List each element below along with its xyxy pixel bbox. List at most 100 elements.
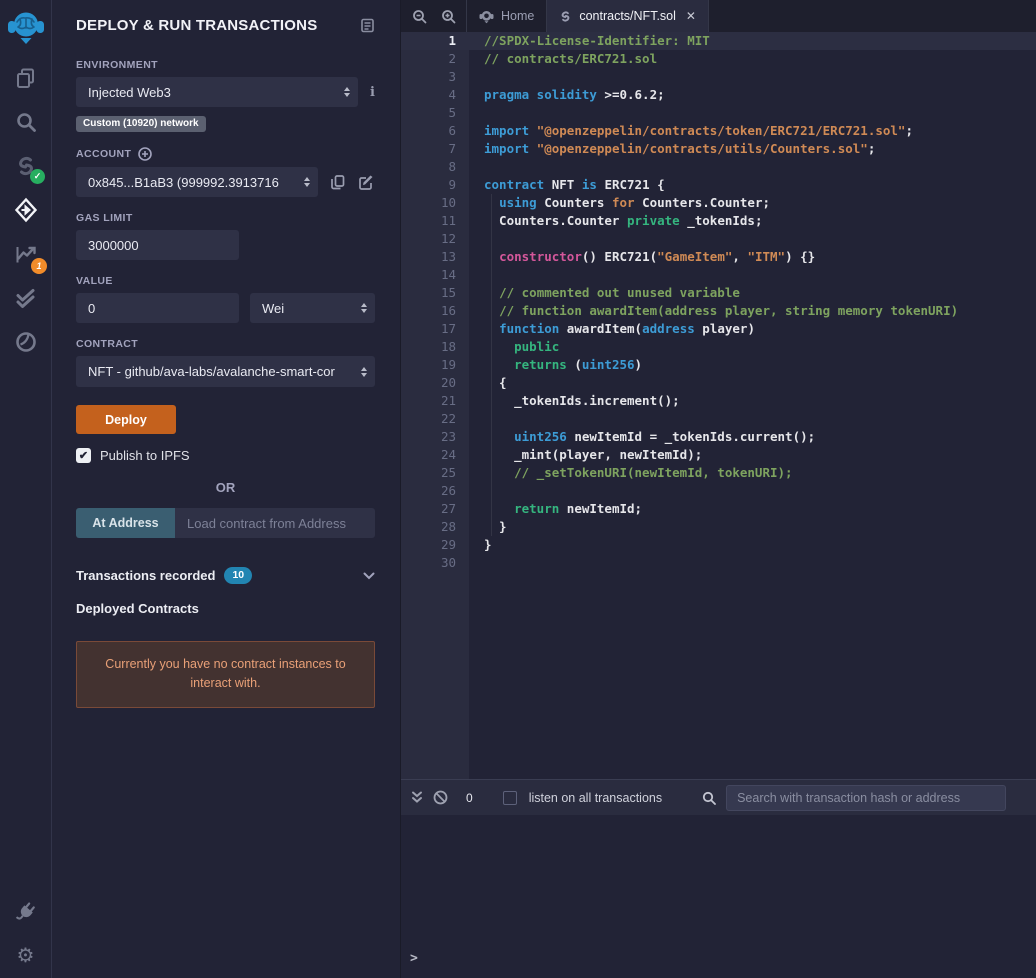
deploy-button[interactable]: Deploy bbox=[76, 405, 176, 434]
code-line[interactable]: 18 public bbox=[401, 338, 1036, 356]
terminal-prompt[interactable]: > bbox=[410, 951, 418, 966]
code-line[interactable]: 30 bbox=[401, 554, 1036, 572]
code-line[interactable]: 7import "@openzeppelin/contracts/utils/C… bbox=[401, 140, 1036, 158]
environment-select[interactable]: Injected Web3 bbox=[76, 77, 358, 107]
sidebar-item-analytics[interactable]: 1 bbox=[0, 232, 51, 276]
line-number[interactable]: 21 bbox=[401, 392, 456, 410]
code-editor[interactable]: 1//SPDX-License-Identifier: MIT2// contr… bbox=[401, 32, 1036, 779]
code-line[interactable]: 8 bbox=[401, 158, 1036, 176]
line-number[interactable]: 24 bbox=[401, 446, 456, 464]
sidebar-item-plugin-manager[interactable] bbox=[0, 890, 51, 934]
code-line[interactable]: 6import "@openzeppelin/contracts/token/E… bbox=[401, 122, 1036, 140]
line-number[interactable]: 1 bbox=[401, 32, 456, 50]
terminal-search-input[interactable] bbox=[726, 785, 1006, 811]
terminal-collapse-button[interactable] bbox=[411, 791, 423, 804]
gas-limit-input[interactable] bbox=[76, 230, 239, 260]
line-number[interactable]: 5 bbox=[401, 104, 456, 122]
tab-close-icon[interactable]: ✕ bbox=[686, 9, 696, 23]
account-select[interactable]: 0x845...B1aB3 (999992.3913716 bbox=[76, 167, 318, 197]
line-number[interactable]: 15 bbox=[401, 284, 456, 302]
value-input[interactable] bbox=[76, 293, 239, 323]
code-line[interactable]: 10 using Counters for Counters.Counter; bbox=[401, 194, 1036, 212]
code-line[interactable]: 29} bbox=[401, 536, 1036, 554]
code-line[interactable]: 24 _mint(player, newItemId); bbox=[401, 446, 1036, 464]
code-line[interactable]: 5 bbox=[401, 104, 1036, 122]
line-number[interactable]: 17 bbox=[401, 320, 456, 338]
publish-to-ipfs-checkbox[interactable]: ✔ bbox=[76, 448, 91, 463]
transactions-expand-toggle[interactable] bbox=[363, 572, 375, 580]
line-number[interactable]: 27 bbox=[401, 500, 456, 518]
contract-select[interactable]: NFT - github/ava-labs/avalanche-smart-co… bbox=[76, 356, 375, 387]
line-number[interactable]: 18 bbox=[401, 338, 456, 356]
code-line[interactable]: 26 bbox=[401, 482, 1036, 500]
line-number[interactable]: 8 bbox=[401, 158, 456, 176]
sidebar-item-file-explorer[interactable] bbox=[0, 56, 51, 100]
copy-account-button[interactable] bbox=[330, 174, 346, 191]
publish-to-ipfs-row[interactable]: ✔ Publish to IPFS bbox=[76, 448, 375, 463]
line-number[interactable]: 2 bbox=[401, 50, 456, 68]
value-unit-select[interactable]: Wei bbox=[250, 293, 375, 323]
code-line[interactable]: 9contract NFT is ERC721 { bbox=[401, 176, 1036, 194]
line-number[interactable]: 19 bbox=[401, 356, 456, 374]
line-number[interactable]: 14 bbox=[401, 266, 456, 284]
zoom-out-icon[interactable] bbox=[412, 9, 427, 24]
line-number[interactable]: 9 bbox=[401, 176, 456, 194]
line-number[interactable]: 20 bbox=[401, 374, 456, 392]
deploy-and-run-icon bbox=[13, 197, 39, 223]
clear-console-button[interactable] bbox=[433, 790, 448, 805]
code-line[interactable]: 19 returns (uint256) bbox=[401, 356, 1036, 374]
line-number[interactable]: 16 bbox=[401, 302, 456, 320]
listen-all-transactions-checkbox[interactable] bbox=[503, 791, 517, 805]
code-line[interactable]: 14 bbox=[401, 266, 1036, 284]
code-line[interactable]: 4pragma solidity >=0.6.2; bbox=[401, 86, 1036, 104]
sidebar-item-search[interactable] bbox=[0, 100, 51, 144]
sidebar-item-plugin-circle[interactable] bbox=[0, 320, 51, 364]
line-number[interactable]: 29 bbox=[401, 536, 456, 554]
code-line[interactable]: 27 return newItemId; bbox=[401, 500, 1036, 518]
code-line[interactable]: 21 _tokenIds.increment(); bbox=[401, 392, 1036, 410]
code-line[interactable]: 25 // _setTokenURI(newItemId, tokenURI); bbox=[401, 464, 1036, 482]
line-number[interactable]: 23 bbox=[401, 428, 456, 446]
line-number[interactable]: 12 bbox=[401, 230, 456, 248]
line-number[interactable]: 28 bbox=[401, 518, 456, 536]
line-number[interactable]: 6 bbox=[401, 122, 456, 140]
line-number[interactable]: 11 bbox=[401, 212, 456, 230]
line-number[interactable]: 7 bbox=[401, 140, 456, 158]
code-line[interactable]: 12 bbox=[401, 230, 1036, 248]
code-line[interactable]: 2// contracts/ERC721.sol bbox=[401, 50, 1036, 68]
line-number[interactable]: 13 bbox=[401, 248, 456, 266]
sidebar-item-solidity-compiler[interactable]: ✓ bbox=[0, 144, 51, 188]
tab-home[interactable]: Home bbox=[467, 0, 547, 32]
sidebar-item-unit-testing[interactable] bbox=[0, 276, 51, 320]
sign-message-button[interactable] bbox=[358, 174, 375, 191]
terminal-output[interactable]: > bbox=[401, 815, 1036, 978]
code-line[interactable]: 11 Counters.Counter private _tokenIds; bbox=[401, 212, 1036, 230]
line-number[interactable]: 22 bbox=[401, 410, 456, 428]
sidebar-item-settings[interactable]: ⚙ bbox=[0, 934, 51, 978]
line-number[interactable]: 26 bbox=[401, 482, 456, 500]
docs-icon[interactable] bbox=[360, 18, 375, 33]
tab-contracts-nft-sol[interactable]: contracts/NFT.sol ✕ bbox=[547, 0, 709, 32]
code-line[interactable]: 23 uint256 newItemId = _tokenIds.current… bbox=[401, 428, 1036, 446]
code-line[interactable]: 1//SPDX-License-Identifier: MIT bbox=[401, 32, 1036, 50]
environment-info-icon[interactable]: i bbox=[370, 85, 375, 100]
at-address-input[interactable] bbox=[175, 508, 375, 538]
code-line[interactable]: 13 constructor() ERC721("GameItem", "ITM… bbox=[401, 248, 1036, 266]
line-number[interactable]: 10 bbox=[401, 194, 456, 212]
line-number[interactable]: 25 bbox=[401, 464, 456, 482]
code-line[interactable]: 3 bbox=[401, 68, 1036, 86]
code-line[interactable]: 16 // function awardItem(address player,… bbox=[401, 302, 1036, 320]
line-number[interactable]: 30 bbox=[401, 554, 456, 572]
code-line[interactable]: 28 } bbox=[401, 518, 1036, 536]
code-line[interactable]: 17 function awardItem(address player) bbox=[401, 320, 1036, 338]
sidebar-item-deploy-and-run[interactable] bbox=[0, 188, 51, 232]
zoom-in-icon[interactable] bbox=[441, 9, 456, 24]
code-line[interactable]: 15 // commented out unused variable bbox=[401, 284, 1036, 302]
line-number[interactable]: 4 bbox=[401, 86, 456, 104]
code-line[interactable]: 20 { bbox=[401, 374, 1036, 392]
at-address-button[interactable]: At Address bbox=[76, 508, 175, 538]
remix-logo[interactable] bbox=[0, 0, 51, 56]
code-line[interactable]: 22 bbox=[401, 410, 1036, 428]
line-number[interactable]: 3 bbox=[401, 68, 456, 86]
add-account-icon[interactable] bbox=[138, 147, 152, 161]
